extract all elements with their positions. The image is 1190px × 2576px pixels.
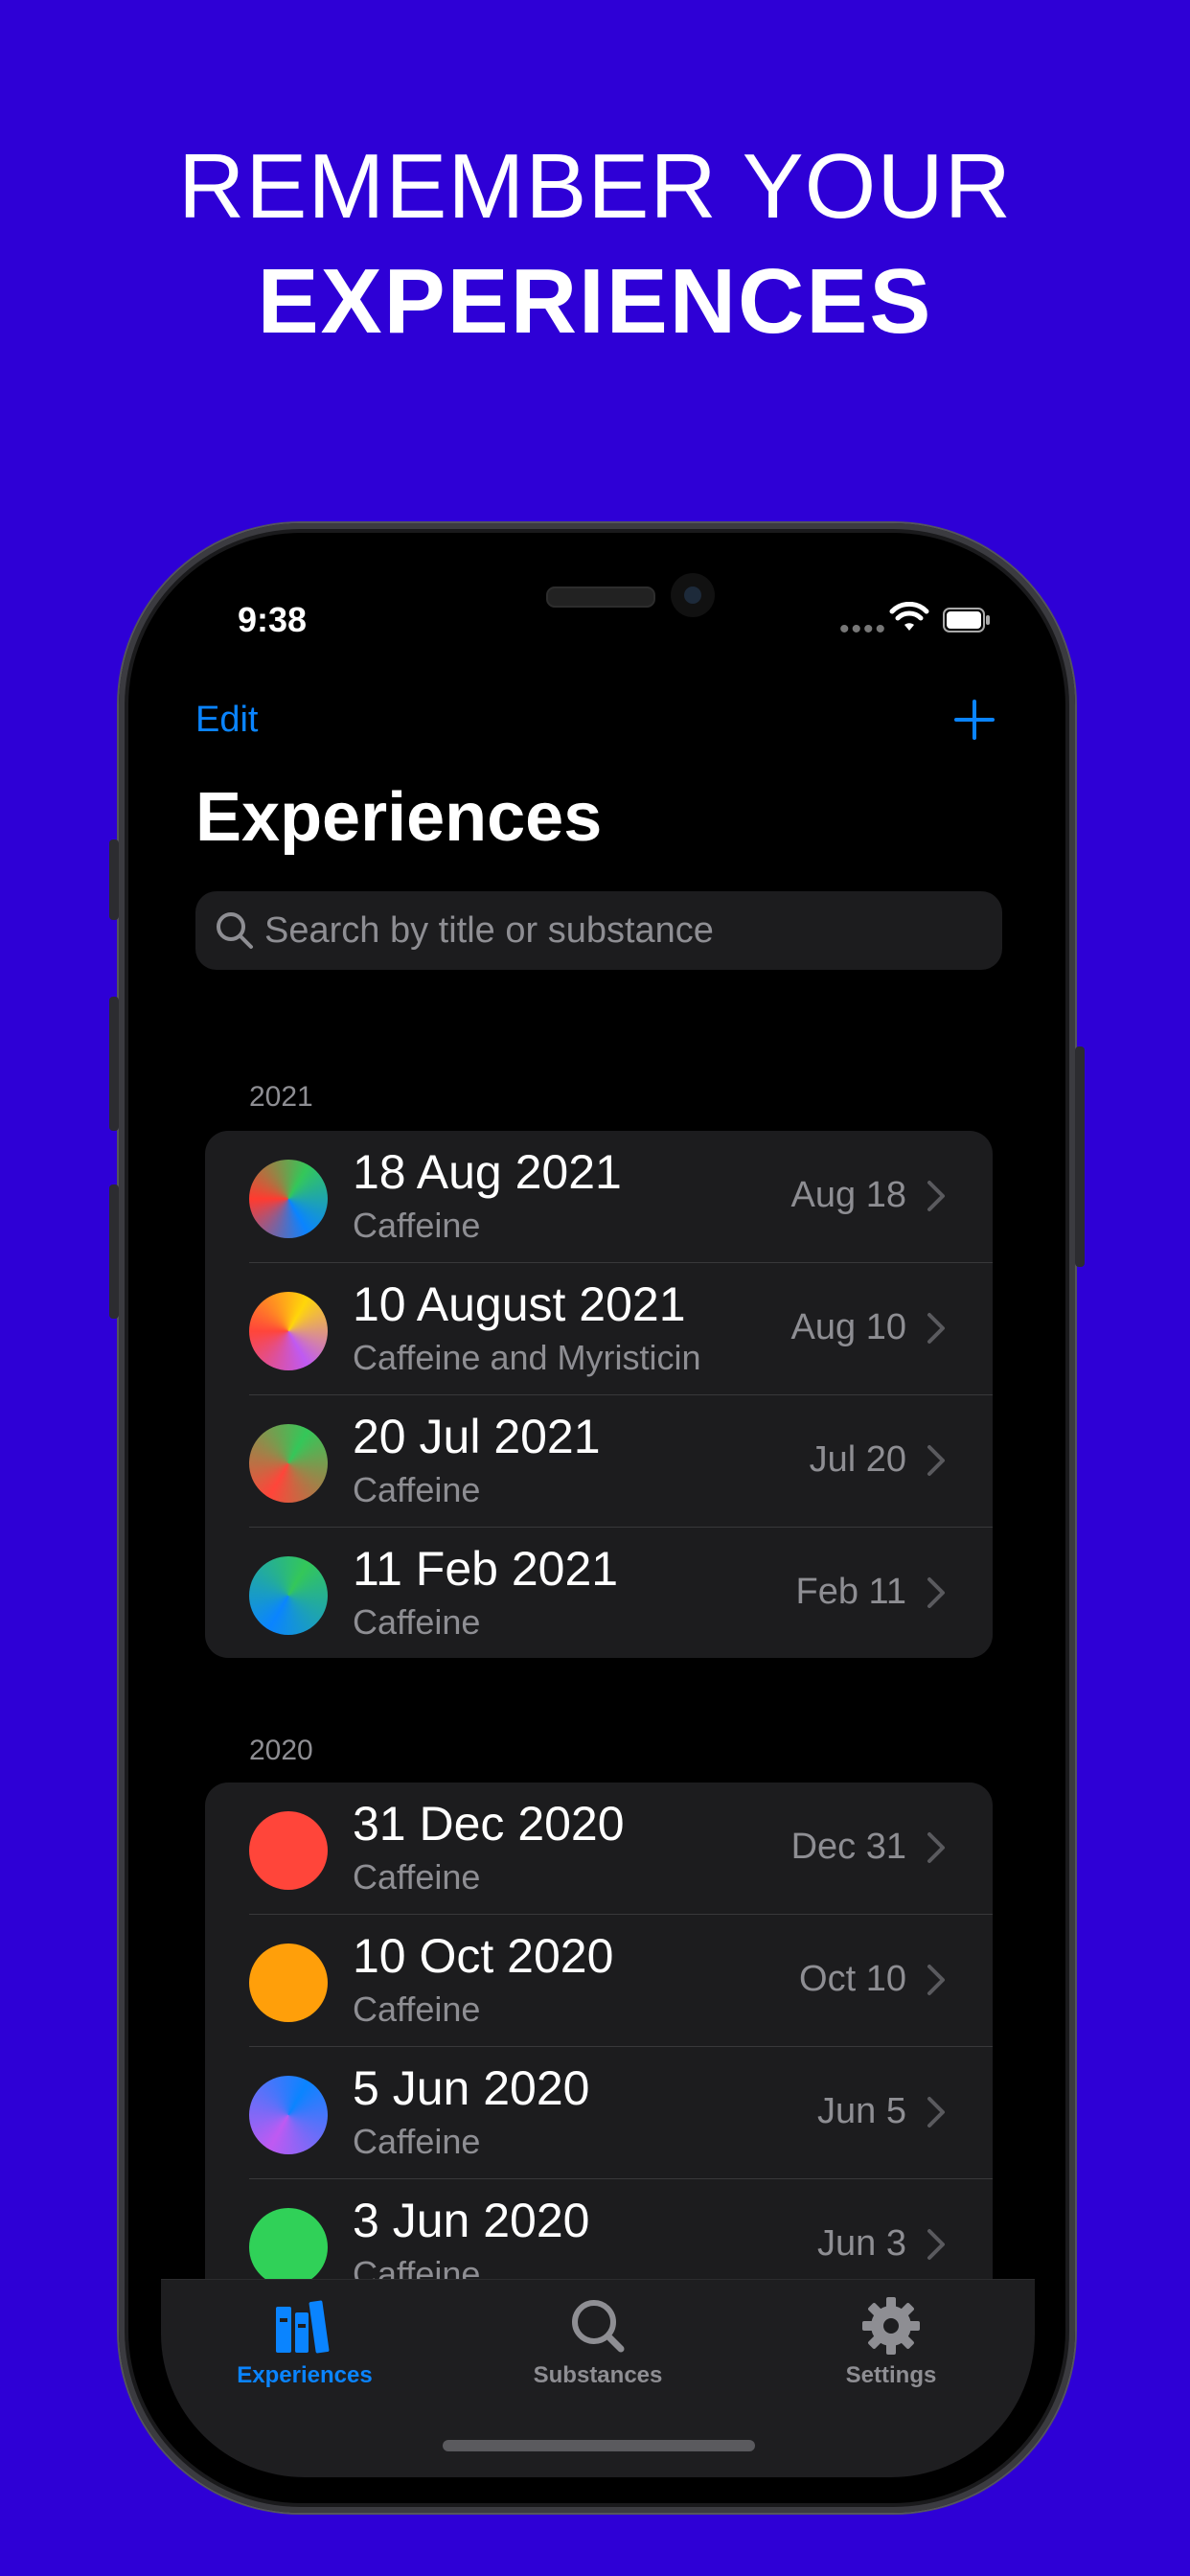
section-header-2021: 2021	[249, 1081, 313, 1113]
headline-line-1: REMEMBER YOUR	[177, 135, 1012, 238]
chevron-right-icon	[927, 1313, 945, 1344]
signal-dots-icon: ••••	[839, 613, 888, 645]
experience-row[interactable]: 10 August 2021 Caffeine and Myristicin A…	[205, 1263, 993, 1395]
experience-date: Oct 10	[799, 1959, 906, 1999]
experience-title: 18 Aug 2021	[353, 1145, 622, 1199]
experience-title: 11 Feb 2021	[353, 1542, 619, 1596]
home-indicator	[443, 2440, 755, 2451]
chevron-right-icon	[927, 1965, 945, 1995]
experience-substances: Caffeine	[353, 1990, 481, 2029]
gear-icon	[862, 2297, 920, 2355]
edit-button[interactable]: Edit	[195, 700, 258, 741]
experience-substances: Caffeine and Myristicin	[353, 1338, 701, 1377]
experience-group-2021: 18 Aug 2021 Caffeine Aug 18 10 August 20…	[205, 1131, 993, 1658]
experience-row[interactable]: 18 Aug 2021 Caffeine Aug 18	[205, 1131, 993, 1263]
experience-date: Jul 20	[809, 1439, 906, 1480]
experience-substances: Caffeine	[353, 1602, 481, 1642]
earpiece-speaker	[546, 586, 655, 608]
substance-color-dot	[249, 1811, 328, 1890]
search-input[interactable]: Search by title or substance	[195, 891, 1002, 970]
experience-date: Jun 3	[817, 2223, 906, 2264]
section-header-2020: 2020	[249, 1735, 313, 1766]
substance-color-dot	[249, 1556, 328, 1635]
chevron-right-icon	[927, 1445, 945, 1476]
experience-row[interactable]: 10 Oct 2020 Caffeine Oct 10	[205, 1915, 993, 2047]
search-icon	[217, 912, 253, 949]
experience-row[interactable]: 31 Dec 2020 Caffeine Dec 31	[205, 1782, 993, 1915]
experience-row[interactable]: 11 Feb 2021 Caffeine Feb 11	[205, 1528, 993, 1658]
substance-color-dot	[249, 1292, 328, 1370]
experience-title: 20 Jul 2021	[353, 1410, 601, 1463]
status-time: 9:38	[238, 600, 308, 639]
experience-row[interactable]: 5 Jun 2020 Caffeine Jun 5	[205, 2047, 993, 2179]
experience-title: 10 August 2021	[353, 1277, 686, 1331]
substance-color-dot	[249, 1160, 328, 1238]
chevron-right-icon	[927, 2097, 945, 2128]
search-placeholder: Search by title or substance	[264, 910, 714, 951]
substance-color-dot	[249, 2076, 328, 2154]
substance-color-dot	[249, 1944, 328, 2022]
substance-color-dot	[249, 2208, 328, 2287]
tab-settings[interactable]: Settings	[795, 2293, 987, 2389]
experience-title: 31 Dec 2020	[353, 1797, 625, 1851]
experience-substances: Caffeine	[353, 2122, 481, 2161]
experience-substances: Caffeine	[353, 1206, 481, 1245]
front-camera	[671, 573, 715, 617]
experience-row[interactable]: 20 Jul 2021 Caffeine Jul 20	[205, 1395, 993, 1528]
wifi-icon	[889, 602, 929, 631]
tab-substances[interactable]: Substances	[502, 2293, 694, 2389]
battery-icon	[943, 608, 990, 632]
experience-date: Feb 11	[795, 1572, 906, 1612]
experience-substances: Caffeine	[353, 1857, 481, 1897]
headline-line-2: EXPERIENCES	[257, 250, 933, 353]
experience-substances: Caffeine	[353, 1470, 481, 1509]
chevron-right-icon	[927, 2229, 945, 2260]
chevron-right-icon	[927, 1181, 945, 1211]
experience-title: 10 Oct 2020	[353, 1929, 614, 1983]
tab-experiences[interactable]: Experiences	[209, 2293, 400, 2389]
tab-label: Experiences	[237, 2362, 373, 2388]
experience-title: 5 Jun 2020	[353, 2061, 590, 2115]
chevron-right-icon	[927, 1832, 945, 1863]
power-button	[1075, 1046, 1085, 1267]
experience-date: Jun 5	[817, 2091, 906, 2131]
volume-up-button	[109, 997, 119, 1131]
magnifier-icon	[572, 2300, 625, 2353]
tab-label: Settings	[845, 2362, 937, 2388]
chevron-right-icon	[927, 1577, 945, 1608]
volume-down-button	[109, 1184, 119, 1319]
experience-group-2020: 31 Dec 2020 Caffeine Dec 31 10 Oct 2020 …	[205, 1782, 993, 2319]
mute-switch	[109, 840, 119, 920]
tab-label: Substances	[533, 2362, 663, 2388]
page-title: Experiences	[195, 779, 603, 856]
plus-icon[interactable]	[952, 698, 996, 742]
substance-color-dot	[249, 1424, 328, 1503]
experience-date: Aug 18	[790, 1175, 906, 1215]
experience-date: Aug 10	[790, 1307, 906, 1347]
books-icon	[276, 2300, 330, 2354]
experience-date: Dec 31	[790, 1827, 906, 1867]
experience-title: 3 Jun 2020	[353, 2194, 590, 2247]
